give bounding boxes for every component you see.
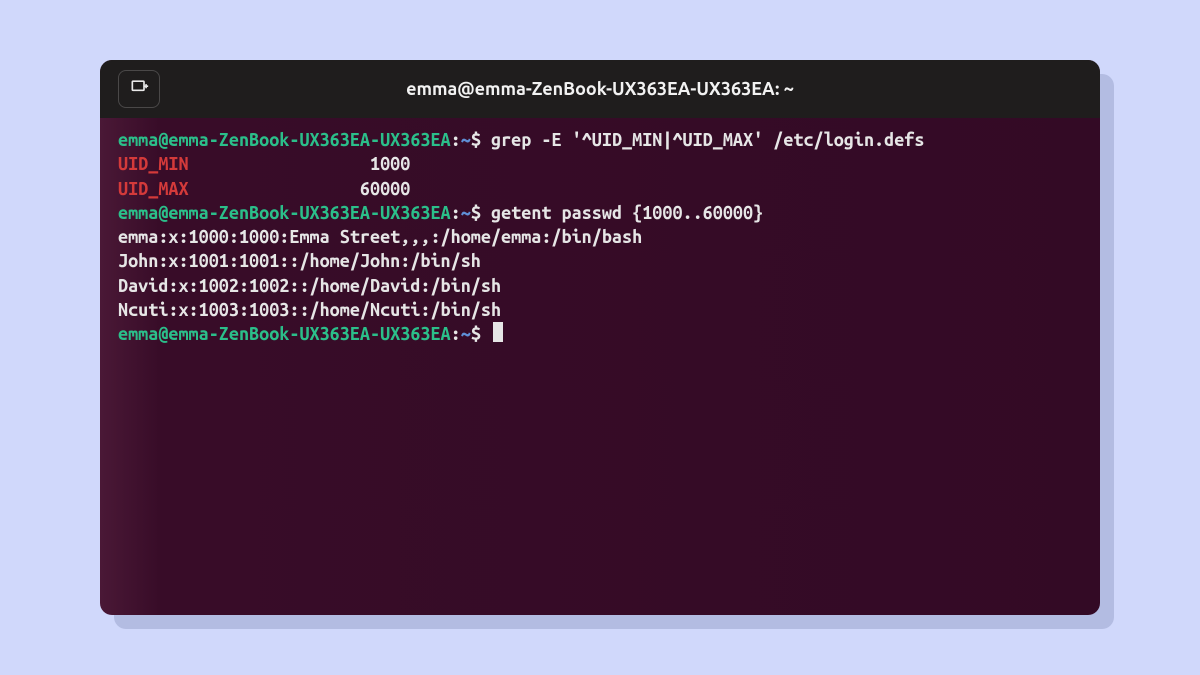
command-2: getent passwd {1000..60000} — [491, 203, 763, 223]
passwd-row-1: John:x:1001:1001::/home/John:/bin/sh — [118, 249, 1082, 273]
grep-out-max: UID_MAX 60000 — [118, 177, 1082, 201]
prompt-sep2: $ — [471, 324, 491, 344]
window-title: emma@emma-ZenBook-UX363EA-UX363EA: ~ — [100, 79, 1100, 99]
prompt-path: ~ — [461, 130, 471, 150]
prompt-host: emma@emma-ZenBook-UX363EA-UX363EA — [118, 203, 451, 223]
prompt-sep2: $ — [471, 130, 491, 150]
uid-max-pad — [189, 179, 360, 199]
new-tab-icon — [129, 77, 149, 101]
uid-min-label: UID_MIN — [118, 154, 189, 174]
new-tab-button[interactable] — [118, 70, 160, 108]
prompt-line-3: emma@emma-ZenBook-UX363EA-UX363EA:~$ — [118, 322, 1082, 346]
prompt-sep1: : — [451, 203, 461, 223]
titlebar: emma@emma-ZenBook-UX363EA-UX363EA: ~ — [100, 60, 1100, 118]
prompt-host: emma@emma-ZenBook-UX363EA-UX363EA — [118, 324, 451, 344]
uid-max-label: UID_MAX — [118, 179, 189, 199]
prompt-path: ~ — [461, 203, 471, 223]
uid-max-value: 60000 — [360, 179, 410, 199]
prompt-host: emma@emma-ZenBook-UX363EA-UX363EA — [118, 130, 451, 150]
uid-min-value: 1000 — [370, 154, 410, 174]
passwd-row-2: David:x:1002:1002::/home/David:/bin/sh — [118, 274, 1082, 298]
command-1: grep -E '^UID_MIN|^UID_MAX' /etc/login.d… — [491, 130, 924, 150]
prompt-sep1: : — [451, 324, 461, 344]
grep-out-min: UID_MIN 1000 — [118, 152, 1082, 176]
passwd-row-0: emma:x:1000:1000:Emma Street,,,:/home/em… — [118, 225, 1082, 249]
cursor — [493, 322, 503, 342]
prompt-line-2: emma@emma-ZenBook-UX363EA-UX363EA:~$ get… — [118, 201, 1082, 225]
terminal-body[interactable]: emma@emma-ZenBook-UX363EA-UX363EA:~$ gre… — [100, 118, 1100, 615]
passwd-row-3: Ncuti:x:1003:1003::/home/Ncuti:/bin/sh — [118, 298, 1082, 322]
prompt-path: ~ — [461, 324, 471, 344]
prompt-sep2: $ — [471, 203, 491, 223]
uid-min-pad — [189, 154, 370, 174]
terminal-window: emma@emma-ZenBook-UX363EA-UX363EA: ~ emm… — [100, 60, 1100, 615]
prompt-line-1: emma@emma-ZenBook-UX363EA-UX363EA:~$ gre… — [118, 128, 1082, 152]
prompt-sep1: : — [451, 130, 461, 150]
